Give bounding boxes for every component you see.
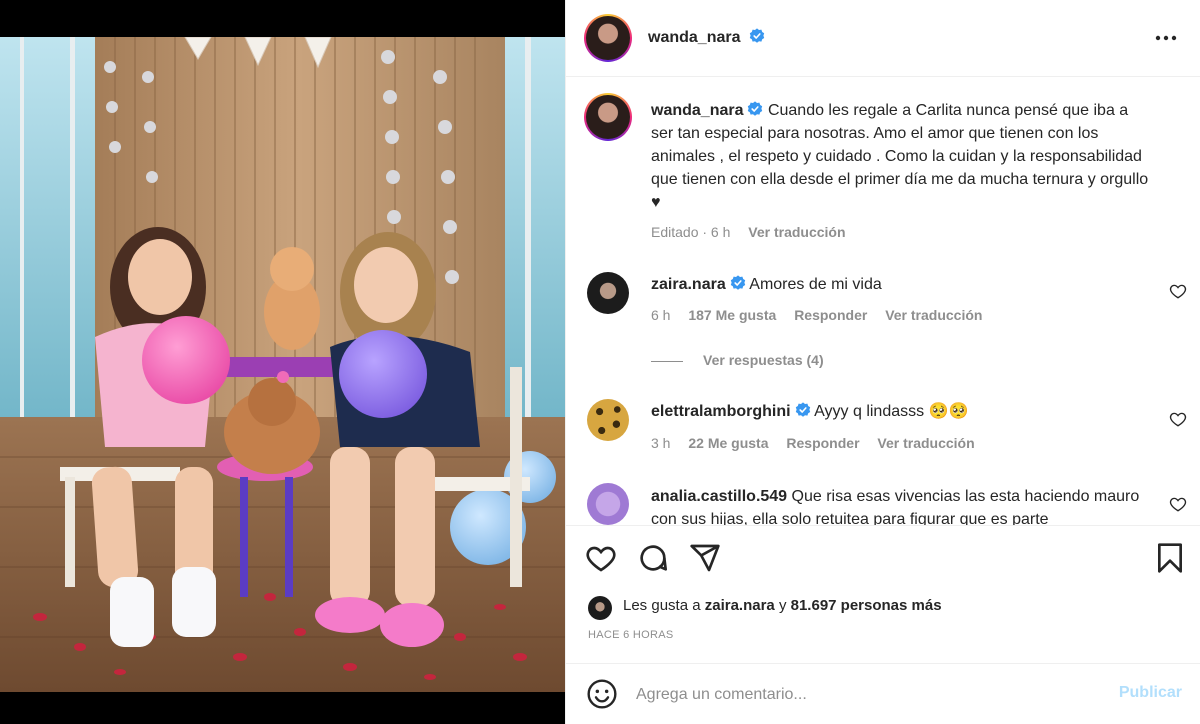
- comment-input[interactable]: [636, 682, 1086, 708]
- post-photo-pane: [0, 0, 565, 724]
- view-replies[interactable]: Ver respuestas (4): [651, 352, 824, 368]
- caption-avatar[interactable]: [584, 93, 632, 141]
- author-avatar[interactable]: [584, 14, 632, 62]
- author-header: wanda_nara: [648, 28, 765, 47]
- more-options-icon[interactable]: [1154, 28, 1178, 48]
- view-replies-label: Ver respuestas (4): [703, 352, 824, 368]
- comment-text: Amores de mi vida: [749, 276, 882, 293]
- comment-avatar[interactable]: [587, 272, 629, 314]
- post-timestamp[interactable]: HACE 6 HORAS: [588, 629, 674, 641]
- comment-likes[interactable]: 187 Me gusta: [688, 307, 776, 323]
- likes-user[interactable]: zaira.nara: [705, 597, 775, 614]
- emoji-icon[interactable]: [586, 678, 618, 710]
- comment-meta: 6 h 187 Me gusta Responder Ver traducció…: [651, 307, 996, 323]
- verified-badge-icon: [730, 275, 745, 290]
- verified-badge-icon: [748, 101, 763, 116]
- comment-text: Ayyy q lindasss 🥺🥺: [814, 403, 969, 420]
- comment-username[interactable]: analia.castillo.549: [651, 488, 787, 505]
- likes-prefix: Les gusta a: [623, 597, 701, 614]
- comment-translate-link[interactable]: Ver traducción: [885, 307, 982, 323]
- comment-reply-link[interactable]: Responder: [786, 435, 859, 451]
- comment-item: elettralamborghini Ayyy q lindasss 🥺🥺: [651, 400, 1151, 423]
- caption-translate-link[interactable]: Ver traducción: [748, 224, 845, 240]
- actions-divider: [566, 525, 1200, 526]
- comments-list: wanda_nara Cuando les regale a Carlita n…: [566, 77, 1200, 525]
- replies-line: [651, 360, 683, 362]
- likes-others[interactable]: 81.697 personas más: [791, 597, 942, 614]
- comment-like-icon[interactable]: [1169, 410, 1187, 428]
- publish-button[interactable]: Publicar: [1119, 684, 1182, 702]
- comment-translate-link[interactable]: Ver traducción: [877, 435, 974, 451]
- heart-icon[interactable]: [585, 542, 617, 574]
- comment-item: zaira.nara Amores de mi vida: [651, 273, 1151, 296]
- comment-like-icon[interactable]: [1169, 282, 1187, 300]
- comment-icon[interactable]: [637, 542, 669, 574]
- comment-avatar[interactable]: [587, 483, 629, 525]
- comment-reply-link[interactable]: Responder: [794, 307, 867, 323]
- comment-likes[interactable]: 22 Me gusta: [688, 435, 768, 451]
- comment-avatar[interactable]: [587, 399, 629, 441]
- verified-badge-icon: [795, 402, 810, 417]
- likes-joiner: y: [778, 597, 787, 614]
- comment-like-icon[interactable]: [1169, 495, 1187, 513]
- likes-avatar[interactable]: [588, 596, 612, 620]
- post-side-panel: wanda_nara wanda_nara Cuando les regale …: [565, 0, 1200, 724]
- caption-username[interactable]: wanda_nara: [651, 102, 743, 119]
- likes-summary: Les gusta a zaira.nara y 81.697 personas…: [623, 597, 942, 614]
- comment-username[interactable]: zaira.nara: [651, 276, 726, 293]
- verified-badge-icon: [749, 28, 765, 43]
- comment-username[interactable]: elettralamborghini: [651, 403, 791, 420]
- comment-time: 6 h: [651, 307, 671, 323]
- share-icon[interactable]: [689, 542, 721, 574]
- caption-meta: Editado · 6 h Ver traducción: [651, 224, 860, 240]
- caption: wanda_nara Cuando les regale a Carlita n…: [651, 99, 1151, 214]
- caption-edited: Editado · 6 h: [651, 224, 731, 240]
- author-username[interactable]: wanda_nara: [648, 29, 740, 46]
- comment-item: analia.castillo.549 Que risa esas vivenc…: [651, 485, 1151, 525]
- post-image[interactable]: [0, 37, 565, 692]
- comment-time: 3 h: [651, 435, 671, 451]
- comment-box-divider: [566, 663, 1200, 664]
- bookmark-icon[interactable]: [1154, 542, 1186, 574]
- comment-meta: 3 h 22 Me gusta Responder Ver traducción: [651, 435, 989, 451]
